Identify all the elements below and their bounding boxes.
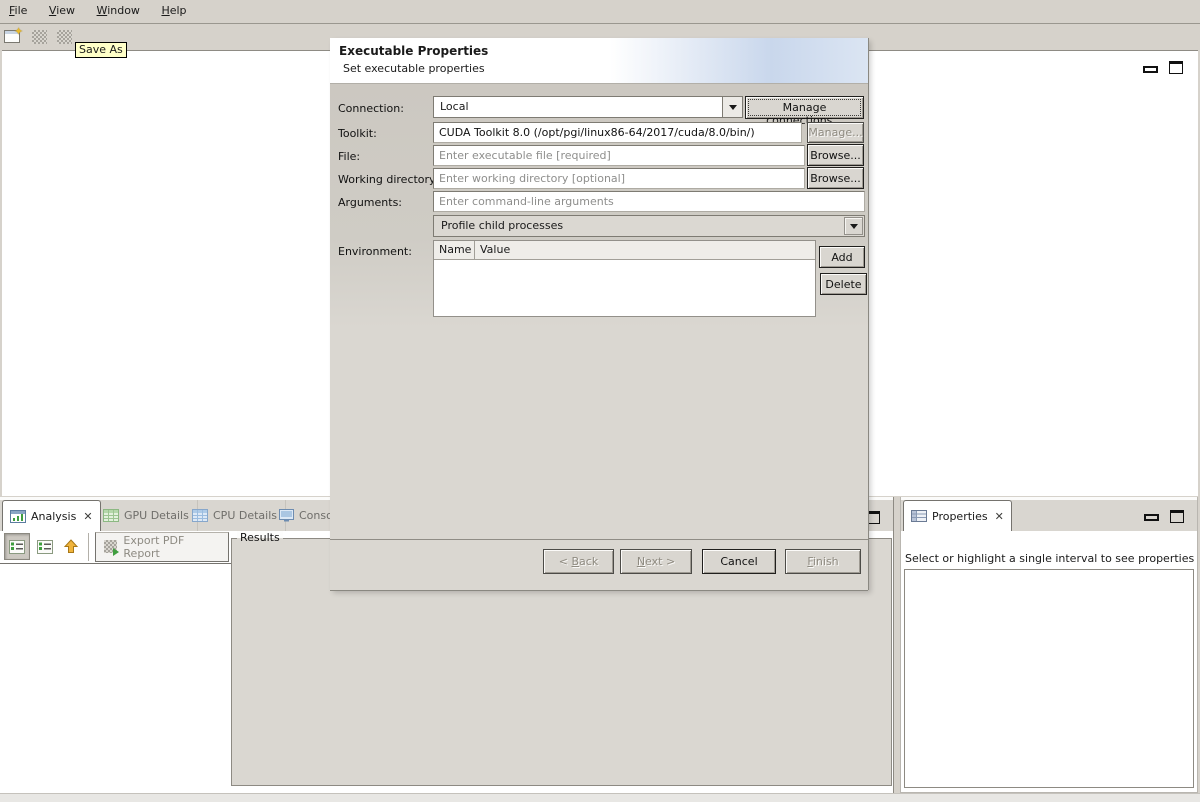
back-up-button[interactable]	[58, 533, 84, 560]
environment-label: Environment:	[338, 245, 412, 258]
results-label: Results	[237, 531, 283, 544]
profile-mode-select[interactable]: Profile child processes	[433, 215, 865, 237]
connection-select[interactable]: Local	[433, 96, 743, 118]
properties-panel: Properties ✕ Select or highlight a singl…	[900, 497, 1198, 793]
close-icon[interactable]: ✕	[81, 510, 92, 523]
maximize-icon[interactable]	[1169, 61, 1183, 74]
unguided-analysis-button[interactable]	[32, 533, 58, 560]
chevron-down-icon[interactable]	[844, 217, 863, 235]
finish-button: Finish	[785, 549, 861, 574]
working-directory-input[interactable]	[433, 168, 805, 189]
up-arrow-icon	[63, 539, 79, 554]
dialog-title: Executable Properties	[339, 44, 488, 58]
maximize-icon[interactable]	[1170, 510, 1184, 523]
tab-cpu-details-label: CPU Details	[213, 509, 277, 522]
cpu-details-icon	[192, 509, 208, 522]
dialog-subtitle: Set executable properties	[343, 62, 485, 75]
close-icon[interactable]: ✕	[993, 510, 1004, 523]
analysis-icon	[10, 510, 26, 523]
manage-connections-button[interactable]: Manage connections...	[745, 96, 864, 119]
guided-analysis-button[interactable]	[4, 533, 30, 560]
save-icon-disabled	[32, 30, 47, 44]
add-environment-button[interactable]: Add	[819, 246, 865, 268]
console-icon	[279, 509, 294, 522]
tab-gpu-details[interactable]: GPU Details	[95, 500, 198, 531]
menu-file[interactable]: File	[0, 0, 36, 23]
arguments-input[interactable]	[433, 191, 865, 212]
delete-environment-button[interactable]: Delete	[820, 273, 867, 295]
file-label: File:	[338, 150, 360, 163]
export-pdf-label: Export PDF Report	[123, 534, 220, 560]
executable-properties-dialog: Executable Properties Set executable pro…	[330, 38, 868, 590]
cancel-button[interactable]: Cancel	[702, 549, 776, 574]
unguided-list-icon	[37, 540, 53, 554]
dialog-separator	[330, 539, 868, 540]
browse-working-directory-button[interactable]: Browse...	[807, 167, 864, 189]
menu-help[interactable]: Help	[152, 0, 195, 23]
save-as-tooltip: Save As	[75, 42, 127, 58]
toolkit-input[interactable]	[433, 122, 802, 143]
tab-analysis-label: Analysis	[31, 510, 76, 523]
environment-table-header: Name Value	[434, 241, 815, 260]
next-button: Next >	[620, 549, 692, 574]
column-header-value[interactable]: Value	[475, 241, 815, 260]
guided-list-icon	[9, 540, 25, 554]
tab-properties[interactable]: Properties ✕	[903, 500, 1012, 531]
working-directory-label: Working directory:	[338, 173, 438, 186]
profile-mode-value: Profile child processes	[434, 216, 843, 236]
menu-window[interactable]: Window	[88, 0, 149, 23]
back-button: < Back	[543, 549, 614, 574]
file-input[interactable]	[433, 145, 805, 166]
menu-view[interactable]: View	[40, 0, 84, 23]
tab-gpu-details-label: GPU Details	[124, 509, 189, 522]
properties-tabbar: Properties ✕	[901, 497, 1197, 531]
export-pdf-report-button[interactable]: Export PDF Report	[95, 532, 229, 562]
toolbar-separator	[88, 533, 89, 561]
menu-bar: File View Window Help	[0, 0, 1200, 24]
new-session-icon[interactable]: ✦	[4, 28, 23, 44]
properties-hint: Select or highlight a single interval to…	[905, 552, 1194, 565]
status-bar	[0, 793, 1200, 802]
column-header-name[interactable]: Name	[434, 241, 475, 260]
save-as-icon-disabled	[57, 30, 72, 44]
dialog-header: Executable Properties Set executable pro…	[330, 38, 868, 84]
minimize-icon[interactable]	[1143, 66, 1158, 73]
tab-analysis[interactable]: Analysis ✕	[2, 500, 101, 531]
connection-value: Local	[434, 97, 722, 117]
arguments-label: Arguments:	[338, 196, 402, 209]
minimize-icon[interactable]	[1144, 514, 1159, 521]
toolkit-label: Toolkit:	[338, 127, 377, 140]
tab-properties-label: Properties	[932, 510, 988, 523]
environment-table[interactable]: Name Value	[433, 240, 816, 317]
export-pdf-icon	[104, 540, 117, 554]
chevron-down-icon[interactable]	[722, 97, 742, 117]
gpu-details-icon	[103, 509, 119, 522]
properties-content	[904, 569, 1194, 788]
browse-file-button[interactable]: Browse...	[807, 144, 864, 166]
maximize-icon[interactable]	[866, 511, 880, 524]
manage-toolkit-button: Manage...	[807, 122, 864, 143]
properties-icon	[911, 510, 927, 522]
connection-label: Connection:	[338, 102, 404, 115]
